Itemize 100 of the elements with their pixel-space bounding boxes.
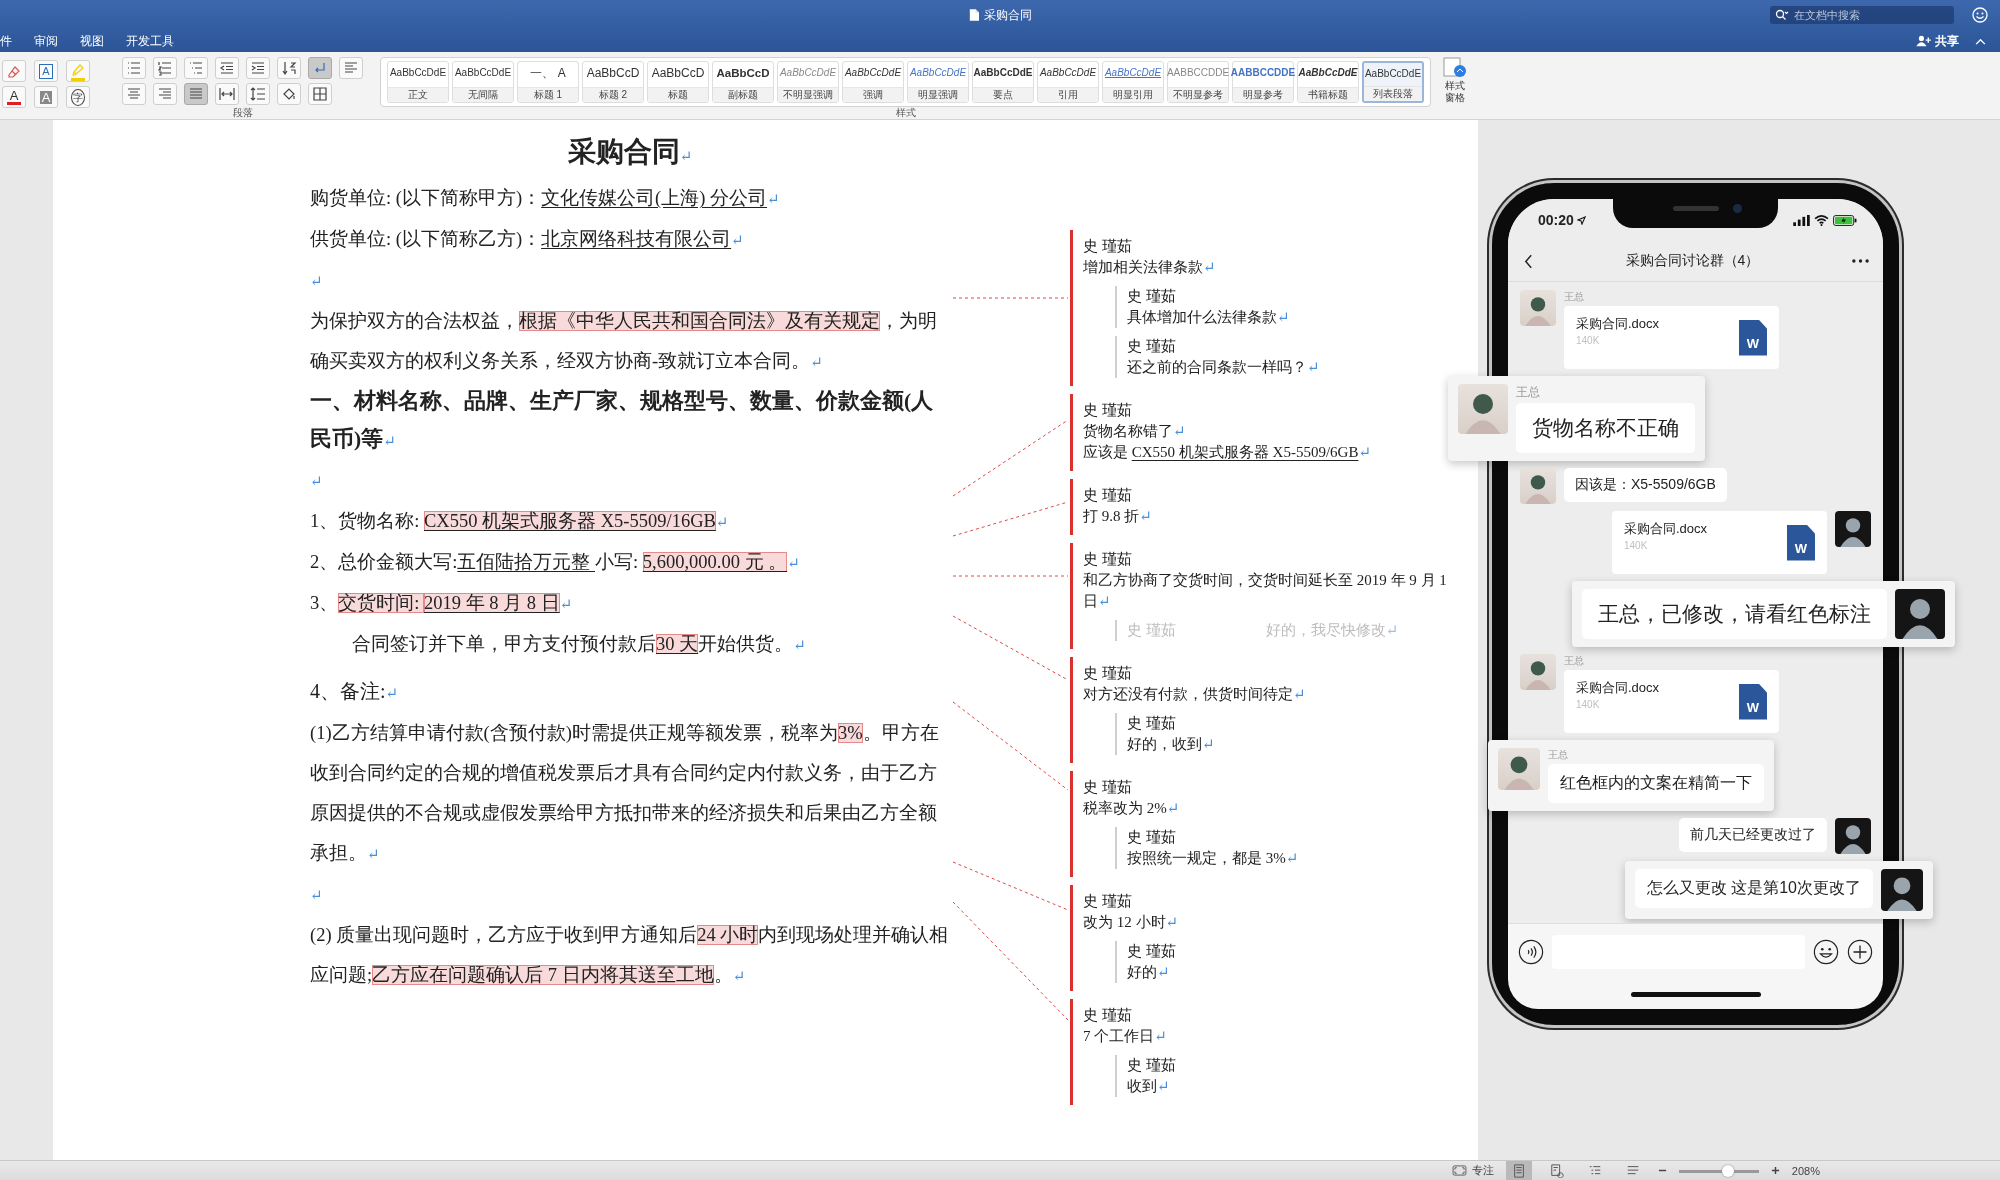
borders-button[interactable] [307, 83, 332, 105]
comment-author: 史 瑾茹 [1083, 550, 1133, 569]
search-field[interactable]: 在文档中搜索 [1770, 6, 1954, 24]
font-color-button[interactable]: A [2, 86, 26, 108]
decrease-indent-button[interactable] [214, 57, 239, 79]
sort-button[interactable] [276, 57, 301, 79]
style-option[interactable]: 一、 A 标题 1 [517, 61, 579, 103]
word-file-icon: W [1739, 683, 1767, 720]
bullet-list-button[interactable] [121, 57, 146, 79]
multilevel-list-button[interactable] [183, 57, 208, 79]
comment-author: 史 瑾茹 [1083, 401, 1133, 420]
comment-text: 好的↵ [1127, 963, 1171, 982]
paragraph-mark: ↵ [310, 886, 324, 905]
style-option[interactable]: AABBCCDDE 明显参考 [1232, 61, 1294, 103]
smiley-icon[interactable] [1972, 7, 1988, 23]
search-icon [1775, 9, 1789, 21]
line-spacing-button[interactable] [245, 83, 270, 105]
focus-icon [1451, 1165, 1467, 1176]
paragraph: 购货单位: (以下简称甲方)：文化传媒公司(上海) 分公司↵ [310, 187, 781, 210]
style-option[interactable]: AaBbCcDdE 正文 [387, 61, 449, 103]
file-size: 140K [1576, 699, 1601, 710]
collapse-icon[interactable] [1975, 37, 1986, 45]
style-option[interactable]: AaBbCcD 副标题 [712, 61, 774, 103]
file-size: 140K [1624, 540, 1649, 551]
ribbon-tab[interactable]: 审阅 [34, 32, 58, 50]
enclosed-character-button[interactable]: 字 [66, 86, 90, 108]
sender-name: 王总 [1516, 384, 1541, 401]
zoom-in-icon[interactable] [1770, 1166, 1780, 1175]
align-right-button[interactable] [152, 83, 177, 105]
style-option[interactable]: AaBbCcDdE 强调 [842, 61, 904, 103]
plus-icon[interactable] [1847, 938, 1873, 965]
numbered-list-button[interactable] [152, 57, 177, 79]
style-option[interactable]: AaBbCcDdE 明显强调 [907, 61, 969, 103]
comment-text: 改为 12 小时↵ [1083, 913, 1180, 932]
message-bubble: 货物名称不正确 [1516, 403, 1695, 453]
web-view-icon [1549, 1163, 1564, 1178]
comment-text: 应该是 CX550 机架式服务器 X5-5509/6GB↵ [1083, 443, 1372, 462]
print-view-icon [1511, 1163, 1526, 1178]
emoji-icon[interactable] [1813, 938, 1839, 965]
message-bubble: 因该是：X5-5509/6GB [1564, 468, 1727, 502]
justify-button[interactable] [183, 83, 208, 105]
print-view-button[interactable] [1505, 1161, 1532, 1180]
distribute-button[interactable] [214, 83, 239, 105]
style-option[interactable]: AaBbCcDdE 书籍标题 [1297, 61, 1359, 103]
clear-format-button[interactable] [2, 60, 26, 82]
tracked-change: CX550 机架式服务器 X5-5509/16GB [424, 511, 716, 531]
message-bubble: 红色框内的文案在精简一下 [1548, 764, 1764, 803]
message-bubble: 前几天已经更改过了 [1679, 818, 1827, 852]
clock-time: 00:20 [1538, 212, 1574, 228]
style-option[interactable]: AaBbCcDdE 列表段落 [1362, 61, 1424, 103]
avatar [1835, 511, 1871, 547]
comment-author: 史 瑾茹 [1127, 1056, 1177, 1075]
add-person-icon [1916, 35, 1932, 47]
ribbon-tab[interactable]: 开发工具 [126, 32, 174, 50]
comment-author: 史 瑾茹 [1127, 621, 1176, 640]
shading-button[interactable] [276, 83, 301, 105]
style-option[interactable]: AaBbCcDdE 无间隔 [452, 61, 514, 103]
text-box-button[interactable]: A [34, 60, 58, 82]
slider-thumb[interactable] [1722, 1164, 1735, 1177]
numbered-list-icon [156, 60, 173, 76]
word-file-icon: W [1787, 524, 1815, 561]
styles-pane-button[interactable]: 样式窗格 [1443, 57, 1467, 104]
style-option[interactable]: AABBCCDDE 不明显参考 [1167, 61, 1229, 103]
character-shading-button[interactable]: A [34, 86, 58, 108]
comment-text: 按照统一规定，都是 3%↵ [1127, 849, 1300, 868]
style-option[interactable]: AaBbCcDdE 要点 [972, 61, 1034, 103]
paragraph: 为保护双方的合法权益，根据《中华人民共和国合同法》及有关规定，为明确买卖双方的权利义务关系，经双方协商-致就订立本合同。↵ [310, 310, 938, 373]
file-card[interactable]: 采购合同.docx 140K W [1564, 670, 1779, 733]
align-left-button[interactable] [338, 57, 363, 79]
increase-indent-button[interactable] [245, 57, 270, 79]
file-name: 采购合同.docx [1576, 679, 1660, 697]
wifi-icon [1814, 214, 1829, 226]
sender-name: 王总 [1548, 748, 1569, 762]
ribbon-tab[interactable]: 视图 [80, 32, 104, 50]
avatar [1835, 818, 1871, 854]
paragraph-marks-button[interactable] [307, 57, 332, 79]
align-center-button[interactable] [121, 83, 146, 105]
paragraph: (1)乙方结算申请付款(含预付款)时需提供正规等额发票，税率为3%。甲方在收到合同约定的合规的增值税发票后才具有合同约定内付款义务，由于乙方原因提供的不合规或虚假发票给甲方抵扣带来的经济损失和后果由乙方全额承担。↵ [310, 722, 940, 865]
style-option[interactable]: AaBbCcDdE 不明显强调 [777, 61, 839, 103]
ribbon-tab[interactable]: 件 [0, 32, 12, 50]
voice-icon[interactable] [1518, 938, 1544, 965]
style-option[interactable]: AaBbCcD 标题 [647, 61, 709, 103]
file-card[interactable]: 采购合同.docx 140K W [1564, 306, 1779, 369]
back-icon[interactable] [1524, 253, 1533, 269]
paragraph: 4、备注:↵ [310, 679, 400, 704]
battery-icon [1833, 214, 1857, 226]
comment-text: 和乙方协商了交货时间，交货时间延长至 2019 年 9 月 1 日↵ [1083, 571, 1448, 611]
file-card[interactable]: 采购合同.docx 140K W [1612, 511, 1827, 574]
file-name: 采购合同.docx [1624, 520, 1708, 538]
style-option[interactable]: AaBbCcD 标题 2 [582, 61, 644, 103]
file-size: 140K [1576, 335, 1601, 346]
style-option[interactable]: AaBbCcDdE 引用 [1037, 61, 1099, 103]
more-icon[interactable] [1852, 259, 1869, 263]
share-button[interactable]: 共享 [1916, 32, 1959, 50]
comment-text: 打 9.8 折↵ [1083, 507, 1153, 526]
comment-author: 史 瑾茹 [1127, 287, 1177, 306]
focus-button[interactable]: 专注 [1451, 1163, 1494, 1178]
style-option[interactable]: AaBbCcDdE 明显引用 [1102, 61, 1164, 103]
section-heading: 一、材料名称、品牌、生产厂家、规格型号、数量、价款金额(人民币)等↵ [310, 388, 935, 453]
comment-text: 好的，收到↵ [1127, 735, 1216, 754]
